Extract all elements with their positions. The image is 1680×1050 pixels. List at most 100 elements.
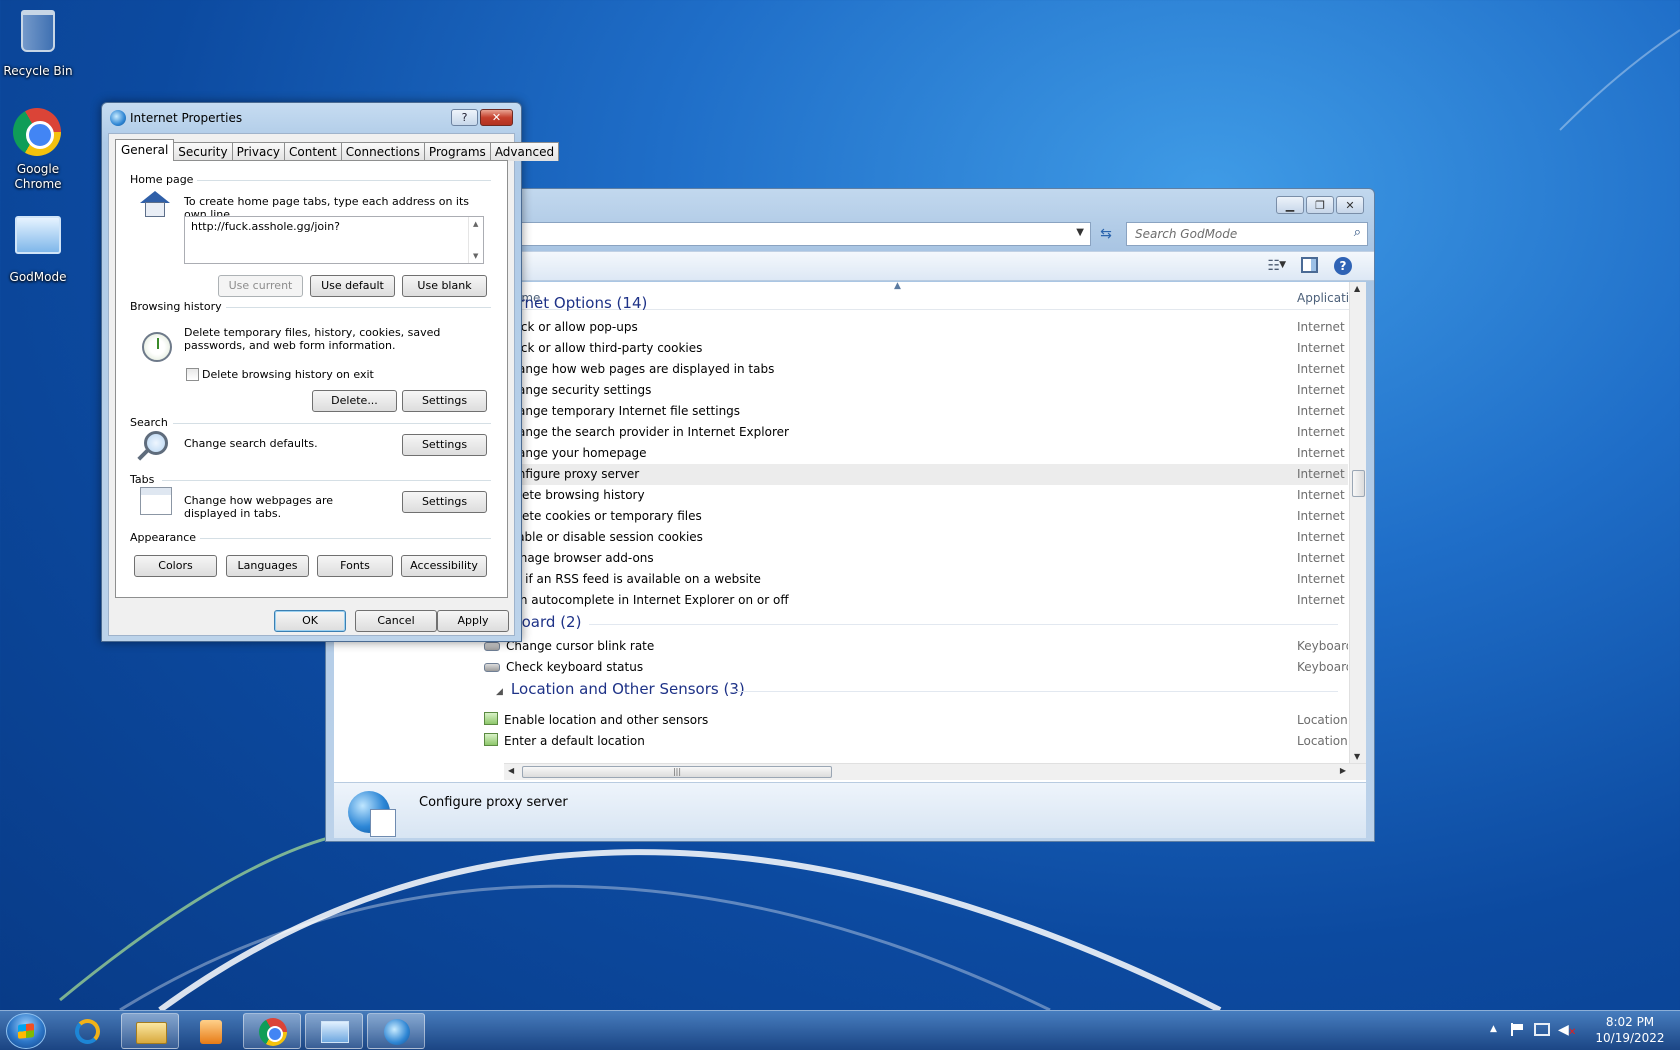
taskbar-media-player[interactable] — [182, 1013, 240, 1049]
media-player-icon — [200, 1020, 222, 1044]
chevron-down-icon[interactable]: ▼ — [1279, 260, 1286, 270]
close-button[interactable]: ✕ — [1336, 196, 1364, 214]
list-item[interactable]: Change the search provider in Internet E… — [484, 422, 1348, 443]
list-item[interactable]: Enter a default locationLocation and Oth… — [484, 731, 1348, 752]
vertical-scrollbar[interactable]: ▲ ▼ — [1349, 282, 1366, 763]
url-scrollbar[interactable]: ▲ ▼ — [468, 217, 483, 263]
action-center-flag-icon[interactable] — [1511, 1023, 1523, 1036]
list-item[interactable]: Block or allow pop-upsInternet Options — [484, 317, 1348, 338]
list-item[interactable]: Check keyboard status Keyboard — [484, 657, 1348, 678]
general-tab-panel: Home page To create home page tabs, type… — [115, 160, 508, 598]
group-divider — [734, 691, 1338, 692]
list-item[interactable]: Change how web pages are displayed in ta… — [484, 359, 1348, 380]
group-divider — [589, 624, 1338, 625]
group-header-location-sensors[interactable]: ◢ Location and Other Sensors (3) — [496, 680, 745, 698]
group-divider — [216, 307, 491, 308]
apply-button[interactable]: Apply — [437, 610, 509, 632]
list-item[interactable]: Change cursor blink rate Keyboard — [484, 636, 1348, 657]
languages-button[interactable]: Languages — [226, 555, 309, 577]
search-description: Change search defaults. — [184, 437, 318, 450]
list-item[interactable]: Enable location and other sensors Locatio… — [484, 710, 1348, 731]
details-title: Configure proxy server — [419, 795, 568, 810]
sort-arrow-icon: ▲ — [894, 282, 901, 291]
list-item[interactable]: Block or allow third-party cookies Intern… — [484, 338, 1348, 359]
scroll-thumb[interactable]: ||| — [522, 766, 832, 778]
taskbar-control-panel[interactable] — [305, 1013, 363, 1049]
search-input[interactable]: Search GodMode ⌕ — [1126, 222, 1368, 246]
network-icon[interactable] — [1534, 1023, 1550, 1036]
colors-button[interactable]: Colors — [134, 555, 217, 577]
list-item[interactable]: Change temporary Internet file settings I… — [484, 401, 1348, 422]
tabs-settings-button[interactable]: Settings — [402, 491, 487, 513]
dialog-title: Internet Properties — [130, 111, 243, 125]
history-settings-button[interactable]: Settings — [402, 390, 487, 412]
list-item[interactable]: Manage browser add-onsInternet Options — [484, 548, 1348, 569]
window-controls: ▁ ❐ ✕ — [1276, 196, 1364, 214]
show-hidden-icons-icon[interactable]: ▲ — [1490, 1024, 1497, 1034]
close-button[interactable]: ✕ — [480, 109, 513, 126]
refresh-icon[interactable]: ⇆ — [1094, 223, 1118, 245]
tab-security[interactable]: Security — [173, 142, 233, 161]
list-item[interactable]: Change security settingsInternet Options — [484, 380, 1348, 401]
scroll-up-icon[interactable]: ▲ — [1354, 284, 1360, 293]
home-page-url-field[interactable]: http://fuck.asshole.gg/join? ▲ ▼ — [184, 216, 484, 264]
accessibility-button[interactable]: Accessibility — [401, 555, 487, 577]
tab-advanced[interactable]: Advanced — [489, 142, 560, 161]
maximize-button[interactable]: ❐ — [1306, 196, 1334, 214]
taskbar: ▲ ◀ ✕ 8:02 PM 10/19/2022 — [0, 1010, 1680, 1050]
cancel-button[interactable]: Cancel — [355, 610, 437, 632]
list-item[interactable]: Delete cookies or temporary files Interne… — [484, 506, 1348, 527]
scroll-right-icon[interactable]: ▶ — [1340, 766, 1346, 775]
desktop-icon-google-chrome[interactable]: Google Chrome — [0, 108, 76, 192]
group-divider — [162, 480, 491, 481]
internet-properties-dialog[interactable]: Internet Properties ? ✕ General Security… — [101, 102, 560, 642]
internet-options-globe-icon — [348, 791, 396, 837]
use-current-button[interactable]: Use current — [218, 275, 303, 297]
use-blank-button[interactable]: Use blank — [402, 275, 487, 297]
help-button[interactable]: ? — [451, 109, 478, 126]
list-item[interactable]: Turn autocomplete in Internet Explorer o… — [484, 590, 1348, 611]
taskbar-internet-explorer[interactable] — [58, 1013, 116, 1049]
minimize-button[interactable]: ▁ — [1276, 196, 1304, 214]
tab-content[interactable]: Content — [284, 142, 342, 161]
delete-history-on-exit-label[interactable]: Delete browsing history on exit — [202, 368, 374, 381]
fonts-button[interactable]: Fonts — [317, 555, 393, 577]
horizontal-scrollbar[interactable]: ◀ ||| ▶ — [504, 763, 1366, 780]
search-label: Search — [130, 416, 172, 429]
volume-muted-icon[interactable]: ◀ ✕ — [1558, 1022, 1576, 1038]
delete-history-on-exit-checkbox[interactable] — [186, 368, 199, 381]
column-application[interactable]: Applicatic — [1297, 291, 1356, 305]
start-button[interactable] — [6, 1013, 46, 1049]
search-settings-button[interactable]: Settings — [402, 434, 487, 456]
search-icon[interactable]: ⌕ — [1354, 225, 1361, 240]
chevron-down-icon[interactable]: ▼ — [1076, 227, 1084, 238]
clock-time: 8:02 PM — [1605, 1015, 1655, 1029]
use-default-button[interactable]: Use default — [310, 275, 395, 297]
ok-button[interactable]: OK — [274, 610, 346, 632]
scroll-left-icon[interactable]: ◀ — [508, 766, 514, 775]
preview-pane-icon[interactable] — [1301, 257, 1318, 273]
desktop-icon-godmode[interactable]: GodMode — [0, 212, 76, 285]
taskbar-internet-properties[interactable] — [367, 1013, 425, 1049]
taskbar-file-explorer[interactable] — [121, 1013, 179, 1049]
scroll-thumb[interactable] — [1352, 470, 1365, 497]
tab-general[interactable]: General — [115, 139, 175, 161]
help-icon[interactable]: ? — [1334, 257, 1352, 275]
list-item-selected[interactable]: Configure proxy serverInternet Options — [484, 464, 1348, 485]
keyboard-icon — [484, 663, 500, 672]
desktop-icon-label: Google Chrome — [14, 162, 62, 191]
desktop-icon-recycle-bin[interactable]: Recycle Bin — [0, 6, 76, 79]
list-item[interactable]: Change your homepageInternet Options — [484, 443, 1348, 464]
list-item[interactable]: Delete browsing historyInternet Options — [484, 485, 1348, 506]
delete-history-button[interactable]: Delete... — [312, 390, 397, 412]
list-item[interactable]: Tell if an RSS feed is available on a we… — [484, 569, 1348, 590]
list-item[interactable]: Enable or disable session cookies Interne… — [484, 527, 1348, 548]
tab-programs[interactable]: Programs — [423, 142, 491, 161]
collapse-triangle-icon[interactable]: ◢ — [496, 687, 503, 697]
clock[interactable]: 8:02 PM 10/19/2022 — [1594, 1014, 1666, 1046]
scroll-down-icon[interactable]: ▼ — [1354, 752, 1360, 761]
tab-privacy[interactable]: Privacy — [231, 142, 286, 161]
tab-connections[interactable]: Connections — [340, 142, 425, 161]
chrome-icon — [259, 1018, 287, 1046]
taskbar-chrome[interactable] — [243, 1013, 301, 1049]
